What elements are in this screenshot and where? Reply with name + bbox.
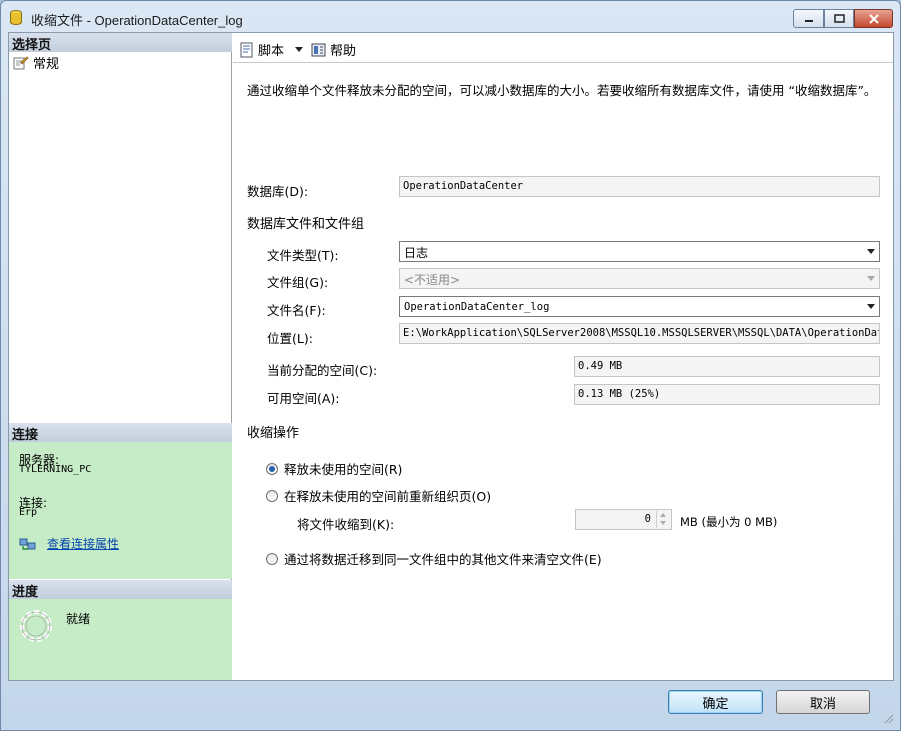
radio-unselected-icon	[266, 489, 278, 502]
view-connection-properties[interactable]: 查看连接属性	[19, 535, 119, 552]
toolbar: 脚本 帮助	[233, 33, 893, 63]
stepper-up-icon[interactable]	[660, 513, 666, 517]
intro-text: 通过收缩单个文件释放未分配的空间，可以减小数据库的大小。若要收缩所有数据库文件，…	[247, 83, 877, 98]
radio-selected-icon	[266, 462, 278, 475]
filegroup-label: 文件组(G):	[267, 275, 329, 290]
radio-empty-file[interactable]: 通过将数据迁移到同一文件组中的其他文件来清空文件(E)	[266, 549, 602, 568]
radio-unselected-icon	[266, 552, 278, 565]
stepper-down-icon[interactable]	[660, 521, 666, 525]
dialog-client-area: 选择页 常规 连接 服务器: TYLERNING_PC 连接: Erp 查看连接…	[8, 32, 894, 681]
nav-item-general[interactable]: 常规	[13, 53, 59, 72]
maximize-icon	[833, 14, 845, 23]
window-title: 收缩文件 - OperationDataCenter_log	[31, 13, 243, 28]
script-dropdown-icon[interactable]	[295, 47, 304, 52]
connection-panel: 服务器: TYLERNING_PC 连接: Erp 查看连接属性	[9, 442, 232, 579]
shrink-action-title: 收缩操作	[247, 426, 300, 441]
minimize-icon	[804, 19, 813, 22]
nav-item-label: 常规	[33, 57, 60, 72]
file-type-label: 文件类型(T):	[267, 248, 339, 263]
progress-status: 就绪	[66, 612, 91, 626]
script-label: 脚本	[258, 44, 285, 59]
maximize-button[interactable]	[824, 9, 854, 28]
help-button[interactable]: 帮助	[311, 40, 356, 59]
filegroup-value: <不适用>	[404, 273, 461, 287]
view-connection-link[interactable]: 查看连接属性	[47, 535, 119, 552]
filegroup-select[interactable]: <不适用>	[399, 268, 880, 289]
chevron-down-icon	[867, 249, 875, 254]
database-icon	[10, 10, 22, 25]
connection-value: Erp	[19, 507, 38, 518]
allocated-space-label: 当前分配的空间(C):	[267, 363, 378, 378]
chevron-down-icon	[867, 276, 875, 281]
file-type-value: 日志	[404, 246, 429, 260]
script-icon	[240, 42, 253, 57]
shrink-to-label: 将文件收缩到(K):	[297, 517, 395, 532]
location-field[interactable]: E:\WorkApplication\SQLServer2008\MSSQL10…	[399, 323, 880, 344]
minimize-button[interactable]	[793, 9, 824, 28]
radio-reorganize-pages[interactable]: 在释放未使用的空间前重新组织页(O)	[266, 486, 491, 505]
available-space-field[interactable]: 0.13 MB (25%)	[574, 384, 880, 405]
close-icon	[868, 13, 879, 24]
shrink-to-value: 0	[644, 513, 651, 525]
progress-spinner-icon	[20, 610, 52, 642]
left-pane: 选择页 常规 连接 服务器: TYLERNING_PC 连接: Erp 查看连接…	[9, 33, 232, 680]
script-button[interactable]: 脚本	[239, 40, 304, 59]
ok-button[interactable]: 确定	[668, 690, 763, 714]
filename-select[interactable]: OperationDataCenter_log	[399, 296, 880, 317]
connection-header: 连接	[9, 423, 232, 443]
shrink-file-dialog: 收缩文件 - OperationDataCenter_log 选择页 常规 连接	[0, 0, 901, 731]
files-group-title: 数据库文件和文件组	[247, 217, 365, 232]
select-page-header: 选择页	[9, 33, 232, 53]
progress-panel: 就绪	[9, 599, 232, 680]
general-page-content: 通过收缩单个文件释放未分配的空间，可以减小数据库的大小。若要收缩所有数据库文件，…	[233, 64, 893, 680]
progress-header: 进度	[9, 580, 232, 600]
cancel-button[interactable]: 取消	[776, 690, 870, 714]
page-properties-icon	[13, 56, 29, 69]
help-icon	[311, 43, 326, 56]
radio-reorganize-label: 在释放未使用的空间前重新组织页(O)	[284, 489, 492, 504]
stepper-buttons[interactable]	[656, 511, 670, 528]
connection-properties-icon	[19, 538, 36, 550]
available-space-label: 可用空间(A):	[267, 391, 340, 406]
database-field[interactable]: OperationDataCenter	[399, 176, 880, 197]
file-type-select[interactable]: 日志	[399, 241, 880, 262]
close-button[interactable]	[854, 9, 893, 28]
shrink-to-unit: MB (最小为 0 MB)	[680, 515, 778, 529]
radio-release-label: 释放未使用的空间(R)	[284, 462, 403, 477]
chevron-down-icon	[867, 304, 875, 309]
filename-label: 文件名(F):	[267, 303, 326, 318]
radio-empty-label: 通过将数据迁移到同一文件组中的其他文件来清空文件(E)	[284, 552, 602, 567]
server-value: TYLERNING_PC	[19, 464, 92, 475]
title-bar[interactable]: 收缩文件 - OperationDataCenter_log	[1, 1, 900, 33]
filename-value: OperationDataCenter_log	[404, 301, 550, 313]
location-label: 位置(L):	[267, 331, 313, 346]
database-label: 数据库(D):	[247, 184, 309, 199]
resize-grip-icon[interactable]	[882, 712, 894, 724]
shrink-to-stepper[interactable]: 0	[575, 509, 672, 530]
help-label: 帮助	[330, 44, 357, 59]
allocated-space-field[interactable]: 0.49 MB	[574, 356, 880, 377]
radio-release-unused-space[interactable]: 释放未使用的空间(R)	[266, 459, 402, 478]
